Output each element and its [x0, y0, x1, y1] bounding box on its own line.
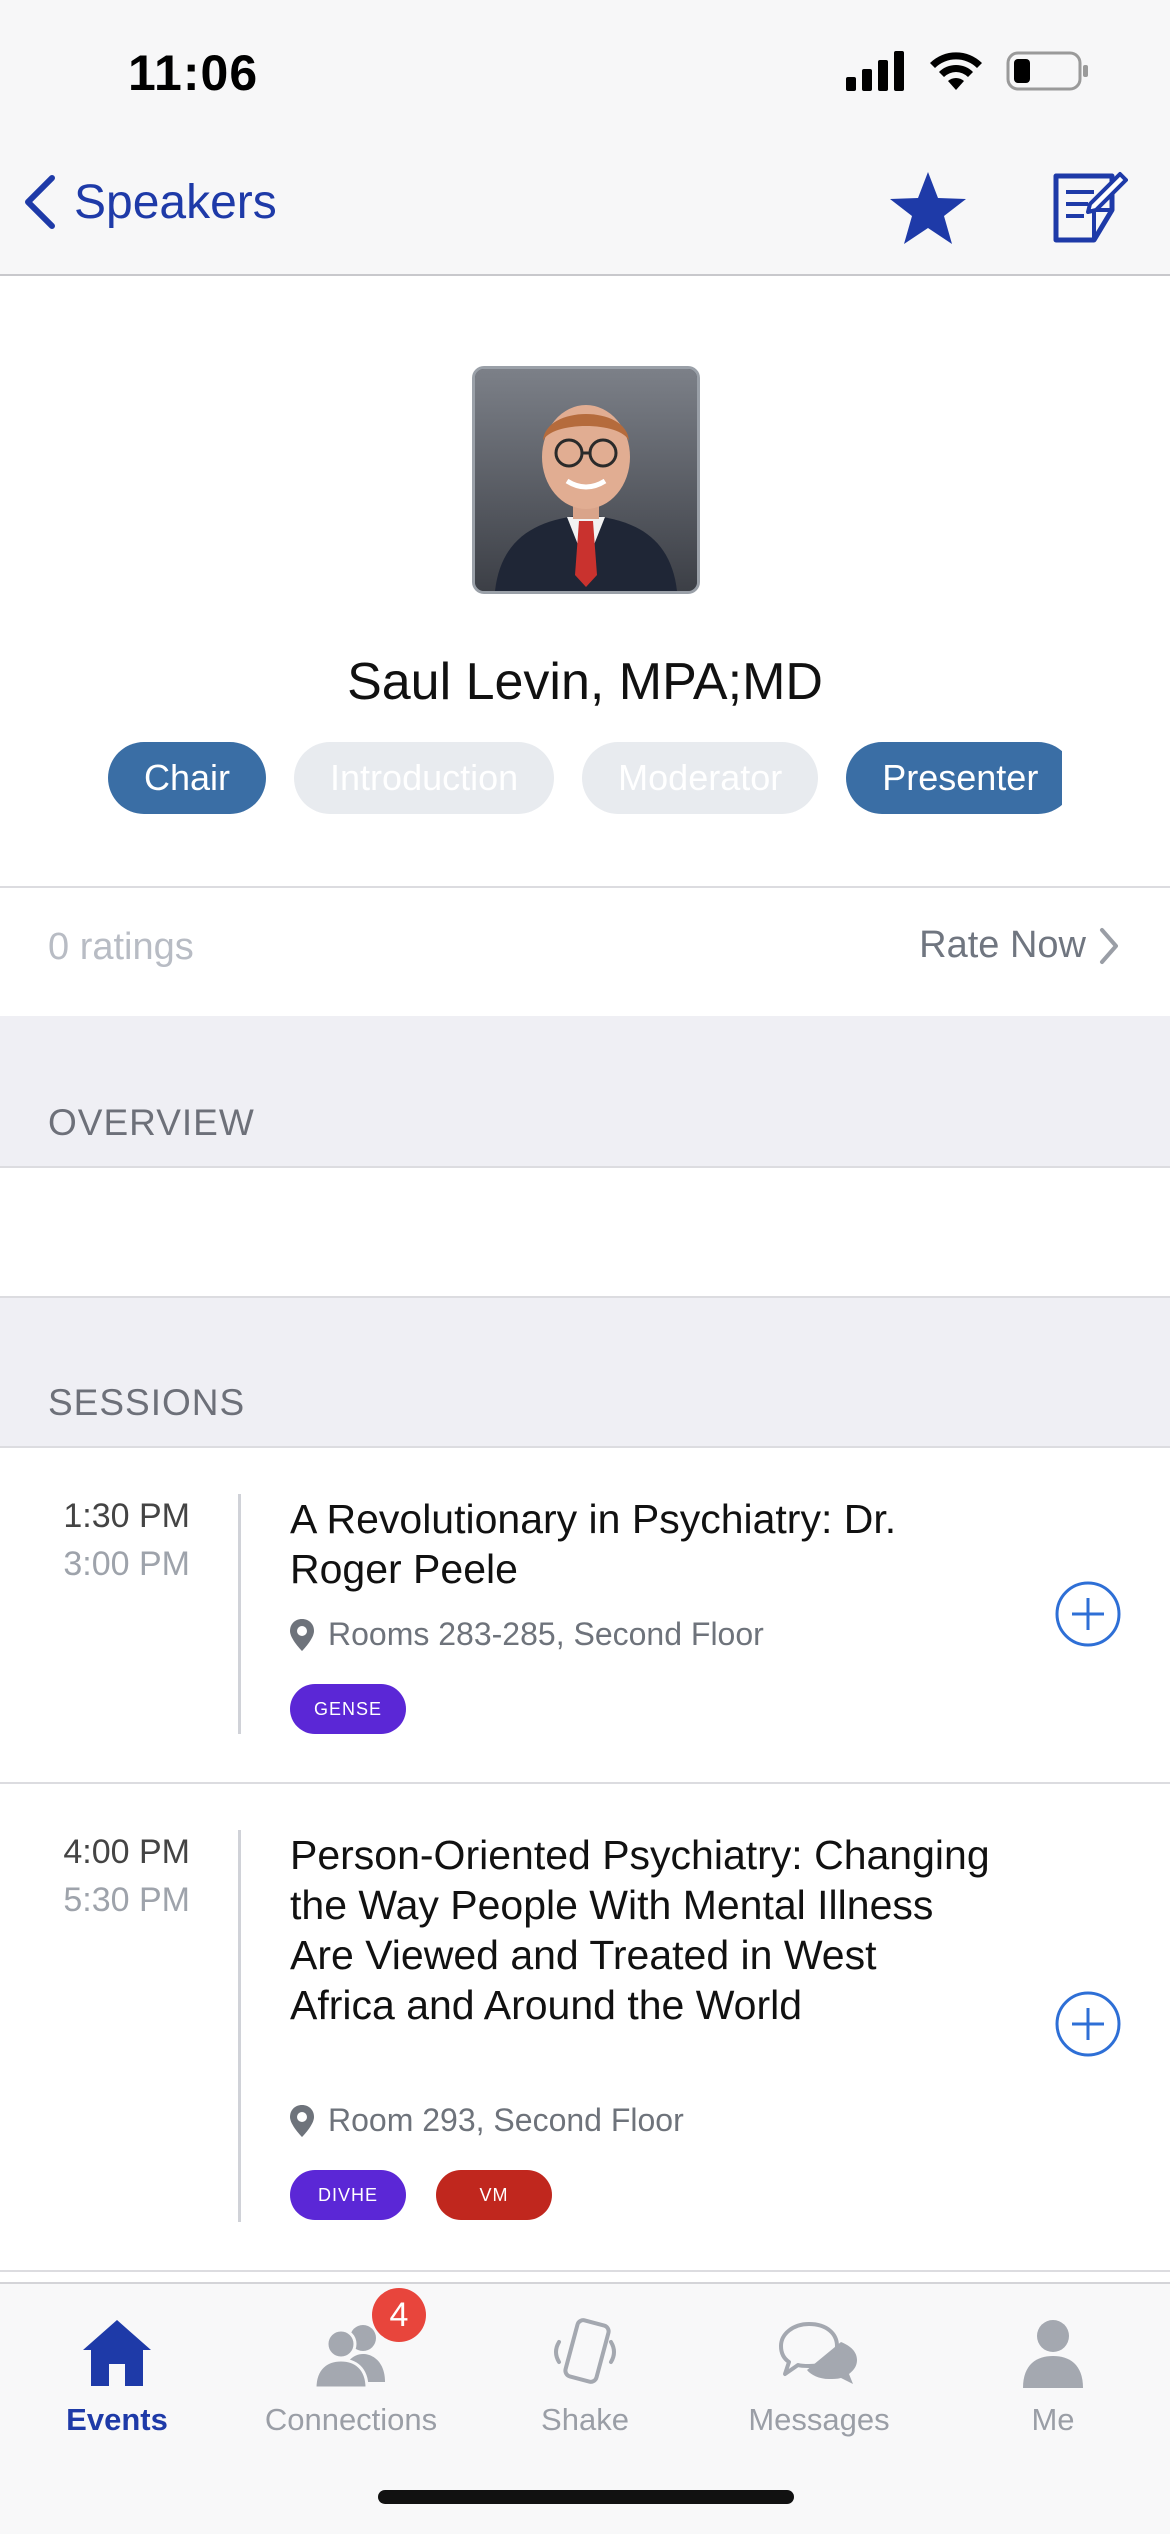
session-title[interactable]: Person-Oriented Psychiatry: Changing the…: [290, 1830, 990, 2030]
session-tag-gense: GENSE: [290, 1684, 406, 1734]
tab-events[interactable]: Events: [0, 2308, 234, 2438]
rate-now-label: Rate Now: [919, 924, 1086, 966]
session-item[interactable]: 1:30 PM 3:00 PM A Revolutionary in Psych…: [0, 1448, 1170, 1784]
session-location: Room 293, Second Floor: [290, 2102, 684, 2139]
tab-events-label: Events: [66, 2402, 168, 2437]
session-tag-divhe: DIVHE: [290, 2170, 406, 2220]
tab-messages[interactable]: Messages: [702, 2308, 936, 2438]
session-end-time: 3:00 PM: [63, 1545, 190, 1583]
tab-messages-label: Messages: [748, 2402, 890, 2437]
chevron-right-icon: [1100, 927, 1118, 964]
status-bar: 11:06: [0, 0, 1170, 140]
connections-badge: 4: [372, 2288, 426, 2342]
ratings-count: 0 ratings: [48, 926, 194, 968]
role-chip-moderator[interactable]: Moderator: [582, 742, 819, 814]
rate-now-button[interactable]: Rate Now: [919, 924, 1120, 967]
tab-connections-label: Connections: [264, 2402, 438, 2437]
status-icons: [846, 50, 1090, 92]
speaker-photo: [472, 366, 700, 594]
battery-icon: [1006, 51, 1088, 91]
session-divider: [238, 1494, 241, 1734]
session-divider: [238, 1830, 241, 2222]
role-chip-chair[interactable]: Chair: [108, 742, 267, 814]
home-icon: [83, 2320, 151, 2386]
home-indicator: [378, 2490, 794, 2504]
tab-me-label: Me: [1031, 2402, 1075, 2437]
session-tags: GENSE: [290, 1684, 406, 1734]
phone-shake-icon: [554, 2318, 616, 2384]
wifi-icon: [930, 52, 982, 90]
chevron-left-icon: [25, 175, 55, 229]
overview-header-label: OVERVIEW: [48, 1102, 255, 1143]
speaker-name: Saul Levin, MPA;MD: [347, 653, 823, 711]
sessions-section-header: SESSIONS: [0, 1298, 1170, 1448]
back-button[interactable]: Speakers: [22, 174, 277, 230]
session-start-time: 1:30 PM: [63, 1497, 190, 1535]
navigation-bar: Speakers: [0, 140, 1170, 276]
session-item[interactable]: 4:00 PM 5:30 PM Person-Oriented Psychiat…: [0, 1784, 1170, 2272]
session-tags: DIVHE VM: [290, 2170, 552, 2220]
speaker-profile: Saul Levin, MPA;MD Chair Introduction Mode…: [0, 276, 1170, 886]
session-tag-vm: VM: [436, 2170, 552, 2220]
overview-section-header: OVERVIEW: [0, 1016, 1170, 1168]
speaker-role-chips[interactable]: Chair Introduction Moderator Presenter: [108, 742, 1062, 818]
overview-content: [0, 1168, 1170, 1298]
tab-connections[interactable]: Connections: [234, 2308, 468, 2438]
person-icon: [1023, 2320, 1083, 2388]
tab-me[interactable]: Me: [936, 2308, 1170, 2438]
chat-bubbles-icon: [779, 2322, 857, 2384]
session-end-time: 5:30 PM: [63, 1881, 190, 1919]
session-title[interactable]: A Revolutionary in Psychiatry: Dr. Roger…: [290, 1494, 990, 1594]
location-pin-icon: [290, 1618, 314, 1651]
sessions-header-label: SESSIONS: [48, 1382, 246, 1423]
session-location-text: Rooms 283-285, Second Floor: [328, 1616, 764, 1652]
status-time: 11:06: [128, 45, 259, 101]
tab-shake-label: Shake: [541, 2402, 629, 2437]
back-button-label: Speakers: [74, 175, 277, 229]
session-location-text: Room 293, Second Floor: [328, 2102, 684, 2138]
cellular-signal-icon: [846, 51, 904, 91]
session-times: 4:00 PM 5:30 PM: [40, 1828, 190, 1924]
session-location: Rooms 283-285, Second Floor: [290, 1616, 764, 1653]
session-times: 1:30 PM 3:00 PM: [40, 1492, 190, 1588]
add-to-schedule-icon[interactable]: [1054, 1990, 1122, 2058]
favorite-star-icon[interactable]: [888, 168, 968, 248]
location-pin-icon: [290, 2104, 314, 2137]
role-chip-presenter[interactable]: Presenter: [846, 742, 1062, 814]
role-chip-introduction[interactable]: Introduction: [294, 742, 555, 814]
session-start-time: 4:00 PM: [63, 1833, 190, 1871]
notes-edit-icon[interactable]: [1050, 168, 1128, 246]
tab-shake[interactable]: Shake: [468, 2308, 702, 2438]
ratings-row: 0 ratings Rate Now: [0, 886, 1170, 1018]
add-to-schedule-icon[interactable]: [1054, 1580, 1122, 1648]
